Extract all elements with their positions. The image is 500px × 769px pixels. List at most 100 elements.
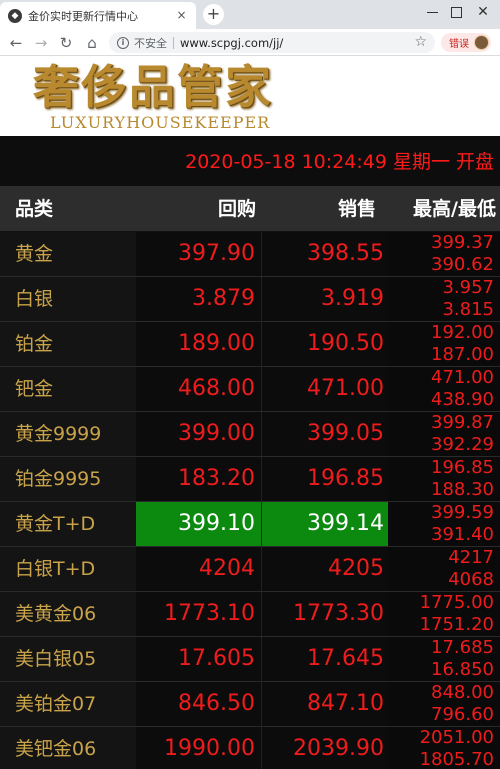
back-arrow-icon[interactable]: ← [6,33,26,53]
bookmark-star-icon[interactable]: ☆ [414,32,427,53]
low-price: 188.30 [431,479,494,500]
logo-chinese-text: 奢侈品管家 [33,60,273,114]
high-price: 399.59 [431,502,494,523]
product-name: 黄金T+D [0,502,136,546]
table-row: 白银T+D 4204 4205 4217 4068 [0,547,500,592]
column-header-high-low: 最高/最低 [413,198,496,220]
minimize-window-icon[interactable] [424,4,442,20]
column-header-buy: 回购 [217,198,256,220]
high-price: 17.685 [431,637,494,658]
buy-price: 846.50 [136,682,262,726]
high-price: 1775.00 [419,592,494,613]
quote-table-body: 黄金 397.90 398.55 399.37 390.62 白银 3.879 3.919 3.… [0,232,500,769]
close-window-icon[interactable]: ✕ [474,3,492,21]
sell-price: 399.05 [307,421,384,446]
low-price: 4068 [448,569,494,590]
buy-price: 1773.10 [136,592,262,636]
high-low-cell: 196.85 188.30 [388,457,500,501]
logo-english-text: LUXURYHOUSEKEEPER [50,113,271,132]
low-price: 392.29 [431,434,494,455]
low-price: 187.00 [431,344,494,365]
product-name: 美黄金06 [0,592,136,636]
low-price: 796.60 [431,704,494,725]
low-price: 1805.70 [419,749,494,769]
quote-board: 2020-05-18 10:24:49 星期一 开盘 品类 回购 销售 最高/最… [0,136,500,769]
buy-price: 189.00 [136,322,262,366]
high-price: 2051.00 [419,727,494,748]
high-low-cell: 399.37 390.62 [388,232,500,276]
high-low-cell: 848.00 796.60 [388,682,500,726]
browser-tab[interactable]: ◆ 金价实时更新行情中心 × [0,2,196,29]
product-name: 铂金 [0,322,136,366]
high-low-cell: 2051.00 1805.70 [388,727,500,769]
browser-toolbar: ← → ↻ ⌂ i 不安全 www.scpgj.com/jj/ ☆ 错误 [0,29,500,56]
site-logo[interactable]: 奢侈品管家 LUXURYHOUSEKEEPER [0,56,500,136]
table-row: 美钯金06 1990.00 2039.90 2051.00 1805.70 [0,727,500,769]
table-row: 钯金 468.00 471.00 471.00 438.90 [0,367,500,412]
url-text[interactable]: www.scpgj.com/jj/ [180,36,283,50]
column-header-sell: 销售 [337,198,376,220]
buy-price: 1990.00 [136,727,262,769]
table-row: 铂金9995 183.20 196.85 196.85 188.30 [0,457,500,502]
avatar [474,35,489,50]
buy-price: 399.10 [136,502,262,546]
low-price: 390.62 [431,254,494,275]
product-name: 黄金 [0,232,136,276]
high-price: 196.85 [431,457,494,478]
column-header-category: 品类 [15,198,54,220]
reload-icon[interactable]: ↻ [56,33,76,53]
forward-arrow-icon[interactable]: → [31,33,51,53]
quote-table-header: 品类 回购 销售 最高/最低 [0,186,500,232]
high-low-cell: 3.957 3.815 [388,277,500,321]
high-price: 399.87 [431,412,494,433]
buy-price: 4204 [136,547,262,591]
tab-title: 金价实时更新行情中心 [28,9,138,23]
high-price: 399.37 [431,232,494,253]
table-row: 黄金T+D 399.10 399.14 399.59 391.40 [0,502,500,547]
table-row: 美白银05 17.605 17.645 17.685 16.850 [0,637,500,682]
info-icon[interactable]: i [117,36,129,49]
low-price: 3.815 [442,299,494,320]
new-tab-button[interactable]: + [203,4,224,25]
error-profile-button[interactable]: 错误 [441,33,491,52]
product-name: 铂金9995 [0,457,136,501]
buy-price: 399.00 [136,412,262,456]
sell-price: 471.00 [307,376,384,401]
table-row: 黄金9999 399.00 399.05 399.87 392.29 [0,412,500,457]
product-name: 美白银05 [0,637,136,681]
low-price: 1751.20 [419,614,494,635]
error-label: 错误 [449,39,469,50]
home-icon[interactable]: ⌂ [82,33,102,53]
address-bar[interactable]: i 不安全 www.scpgj.com/jj/ ☆ [109,32,435,53]
sell-price: 196.85 [307,466,384,491]
high-low-cell: 399.87 392.29 [388,412,500,456]
market-datetime-status: 2020-05-18 10:24:49 星期一 开盘 [185,151,494,173]
close-tab-icon[interactable]: × [174,8,189,23]
sell-price: 190.50 [307,331,384,356]
high-price: 471.00 [431,367,494,388]
sell-price: 399.14 [262,502,388,546]
sell-price: 847.10 [307,691,384,716]
maximize-window-icon[interactable] [447,4,465,20]
product-name: 白银T+D [0,547,136,591]
product-name: 白银 [0,277,136,321]
high-low-cell: 192.00 187.00 [388,322,500,366]
product-name: 黄金9999 [0,412,136,456]
buy-price: 397.90 [136,232,262,276]
sell-price: 398.55 [307,241,384,266]
high-low-cell: 4217 4068 [388,547,500,591]
site-favicon-icon: ◆ [8,8,22,23]
table-row: 美黄金06 1773.10 1773.30 1775.00 1751.20 [0,592,500,637]
low-price: 391.40 [431,524,494,545]
high-price: 3.957 [442,277,494,298]
buy-price: 183.20 [136,457,262,501]
high-low-cell: 471.00 438.90 [388,367,500,411]
address-divider [173,36,174,49]
sell-price: 17.645 [307,646,384,671]
high-low-cell: 399.59 391.40 [388,502,500,546]
table-row: 白银 3.879 3.919 3.957 3.815 [0,277,500,322]
high-price: 848.00 [431,682,494,703]
market-status-bar: 2020-05-18 10:24:49 星期一 开盘 [0,136,500,186]
sell-price: 1773.30 [293,601,384,626]
sell-price: 4205 [328,556,384,581]
